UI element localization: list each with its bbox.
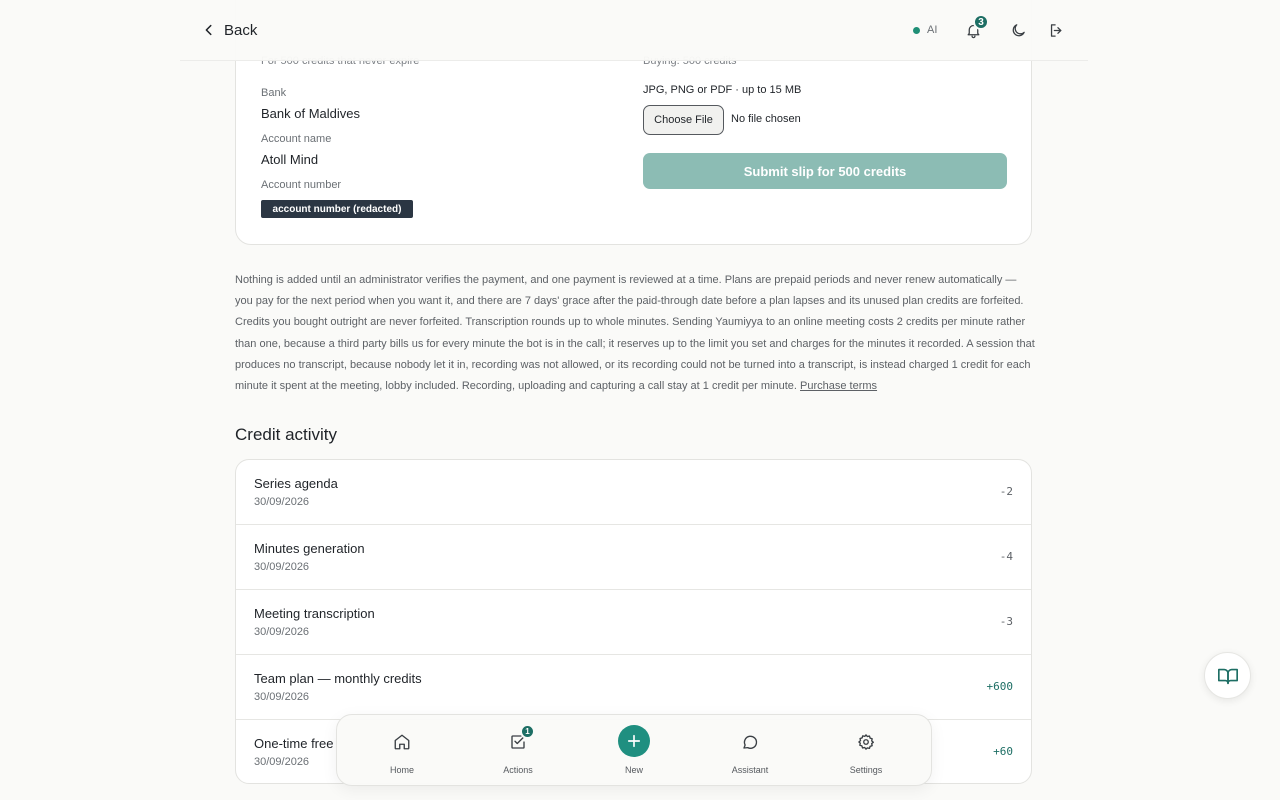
activity-date: 30/09/2026 [254, 496, 310, 508]
nav-home[interactable]: Home [354, 715, 450, 787]
chat-bubble-icon [740, 732, 760, 752]
moon-icon[interactable] [1008, 20, 1028, 40]
chevron-left-icon [202, 23, 216, 37]
account-number-label: Account number [261, 179, 342, 191]
list-item: Meeting transcription 30/09/2026 -3 [236, 590, 1031, 655]
nav-settings[interactable]: Settings [818, 715, 914, 787]
logout-icon[interactable] [1046, 20, 1066, 40]
plus-icon [618, 725, 650, 757]
nav-actions[interactable]: 1 Actions [470, 715, 566, 787]
book-open-icon [1217, 665, 1239, 687]
list-item: Team plan — monthly credits 30/09/2026 +… [236, 655, 1031, 720]
bank-label: Bank [261, 87, 287, 99]
bank-value: Bank of Maldives [261, 106, 360, 121]
back-button[interactable]: Back [202, 19, 257, 41]
activity-amount: -4 [999, 550, 1013, 563]
choose-file-button[interactable]: Choose File [643, 105, 724, 135]
back-label: Back [224, 21, 258, 39]
activity-date: 30/09/2026 [254, 626, 310, 638]
activity-title: One-time free [254, 736, 334, 751]
submit-slip-button[interactable]: Submit slip for 500 credits [643, 153, 1007, 189]
actions-badge: 1 [520, 724, 535, 739]
nav-new[interactable]: New [586, 715, 682, 787]
gear-icon [856, 732, 876, 752]
nav-assistant[interactable]: Assistant [702, 715, 798, 787]
purchase-terms-link[interactable]: Purchase terms [800, 380, 877, 392]
home-icon [392, 732, 412, 752]
purchase-terms-text: Nothing is added until an administrator … [235, 270, 1035, 397]
account-name-value: Atoll Mind [261, 152, 319, 167]
activity-amount: +600 [986, 680, 1014, 693]
notification-badge: 3 [973, 14, 989, 30]
nav-actions-label: Actions [503, 765, 533, 775]
activity-amount: +60 [993, 745, 1013, 758]
account-number-redacted: account number (redacted) [261, 200, 413, 218]
no-file-label: No file chosen [731, 113, 801, 125]
activity-date: 30/09/2026 [254, 691, 310, 703]
activity-title: Team plan — monthly credits [254, 671, 422, 686]
account-name-label: Account name [261, 133, 332, 145]
activity-amount: -3 [999, 615, 1013, 628]
activity-title: Meeting transcription [254, 606, 375, 621]
ai-label: AI [927, 24, 938, 36]
guide-button[interactable] [1204, 652, 1251, 699]
list-item: Minutes generation 30/09/2026 -4 [236, 525, 1031, 590]
nav-assistant-label: Assistant [731, 765, 769, 775]
file-formats-hint: JPG, PNG or PDF · up to 15 MB [643, 84, 802, 96]
activity-date: 30/09/2026 [254, 756, 310, 768]
activity-amount: -2 [999, 485, 1013, 498]
checkbox-icon: 1 [508, 724, 535, 752]
nav-new-label: New [624, 765, 643, 775]
credit-activity-title: Credit activity [235, 425, 338, 444]
activity-date: 30/09/2026 [254, 561, 310, 573]
nav-settings-label: Settings [849, 765, 883, 775]
top-bar: Back AI 3 [180, 0, 1088, 61]
ai-status[interactable]: AI [913, 22, 937, 38]
activity-title: Minutes generation [254, 541, 365, 556]
bottom-navigation: Home 1 Actions New Assistant Settings [336, 714, 932, 786]
list-item: Series agenda 30/09/2026 -2 [236, 460, 1031, 525]
activity-title: Series agenda [254, 476, 338, 491]
terms-body: Nothing is added until an administrator … [235, 274, 1035, 393]
status-dot [913, 26, 920, 34]
nav-home-label: Home [389, 765, 414, 775]
